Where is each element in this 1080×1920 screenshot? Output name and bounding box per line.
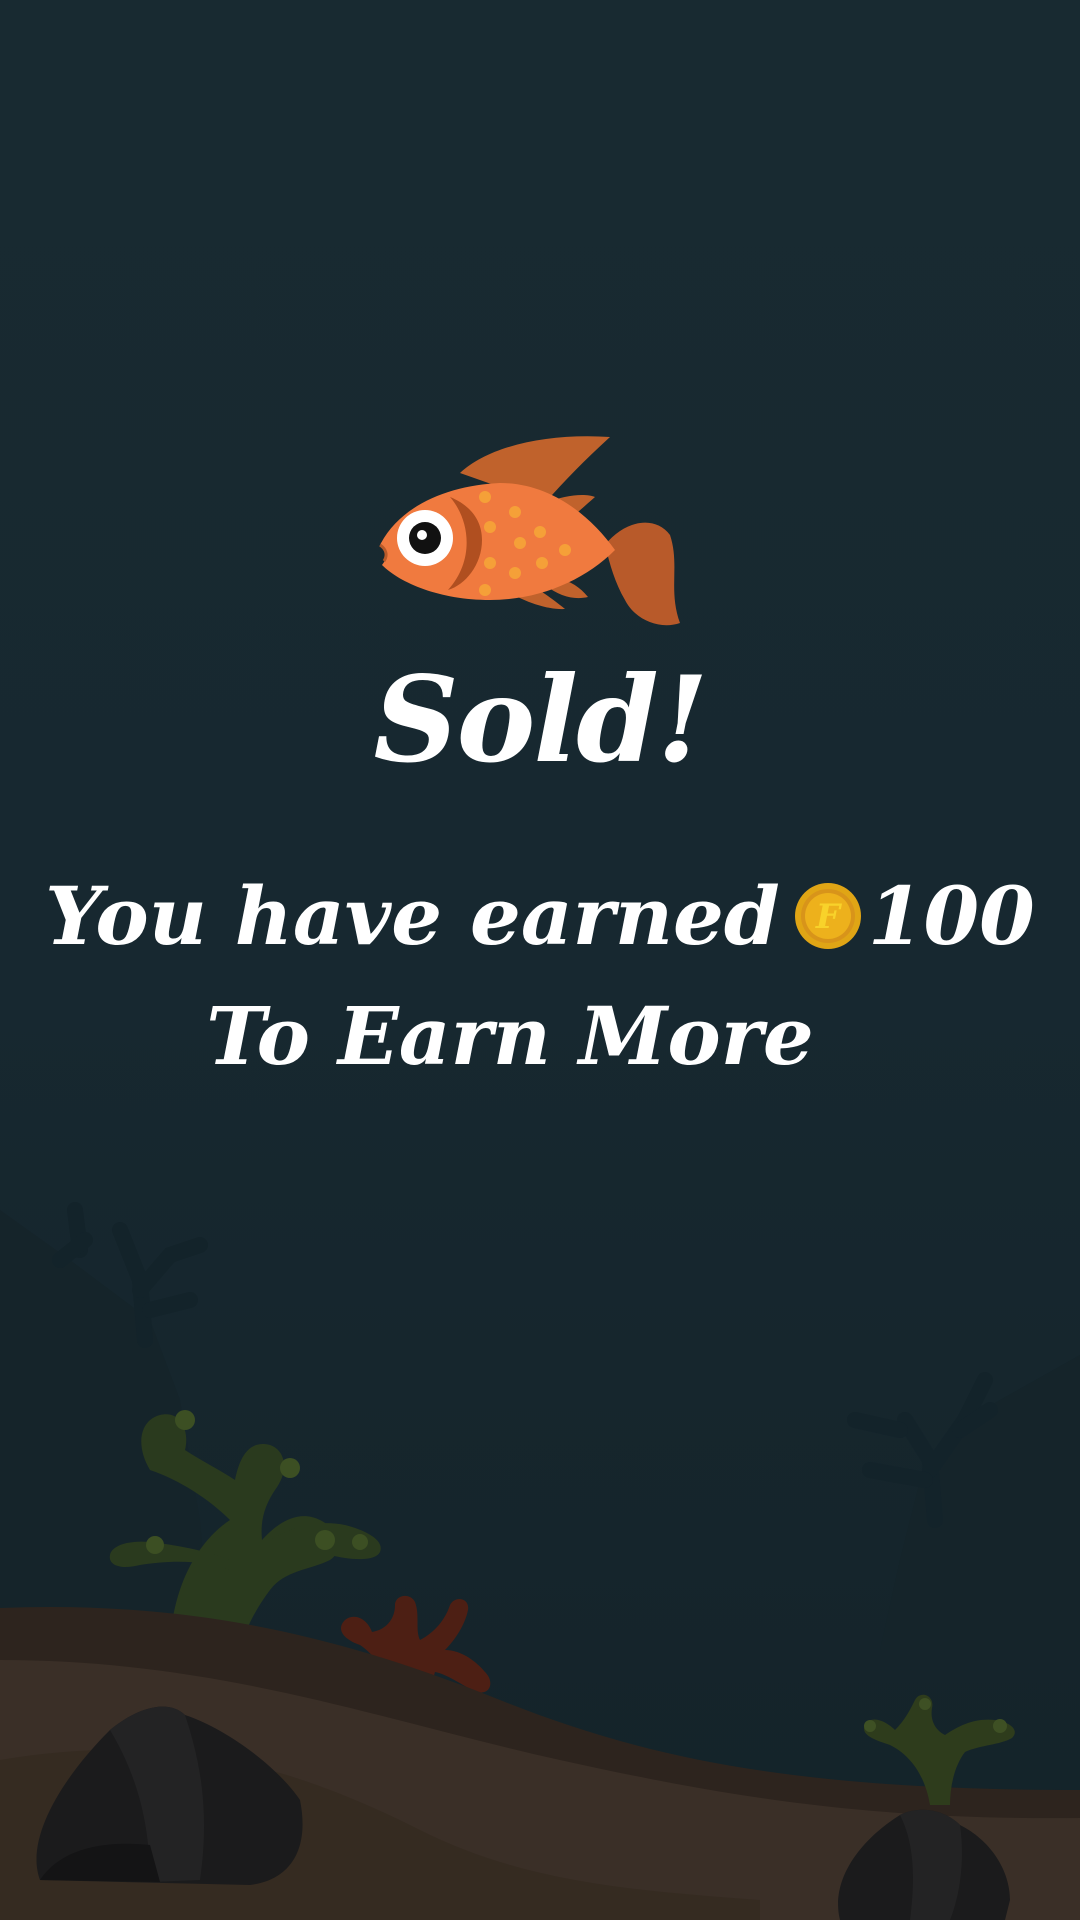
earned-line: You have earned F 100 xyxy=(0,866,1080,966)
game-screen: Sold! You have earned F 100 To Earn More xyxy=(0,0,1080,1920)
fish-tail xyxy=(605,522,680,626)
earn-more-text[interactable]: To Earn More xyxy=(0,986,1050,1086)
earned-amount-text: 100 xyxy=(867,869,1035,963)
fish-eye xyxy=(397,510,453,566)
sold-title: Sold! xyxy=(373,650,708,789)
earned-prefix-text: You have earned xyxy=(45,869,780,963)
coin-letter: F xyxy=(815,897,843,937)
coin-icon: F xyxy=(794,882,862,950)
fish-icon xyxy=(379,436,680,626)
